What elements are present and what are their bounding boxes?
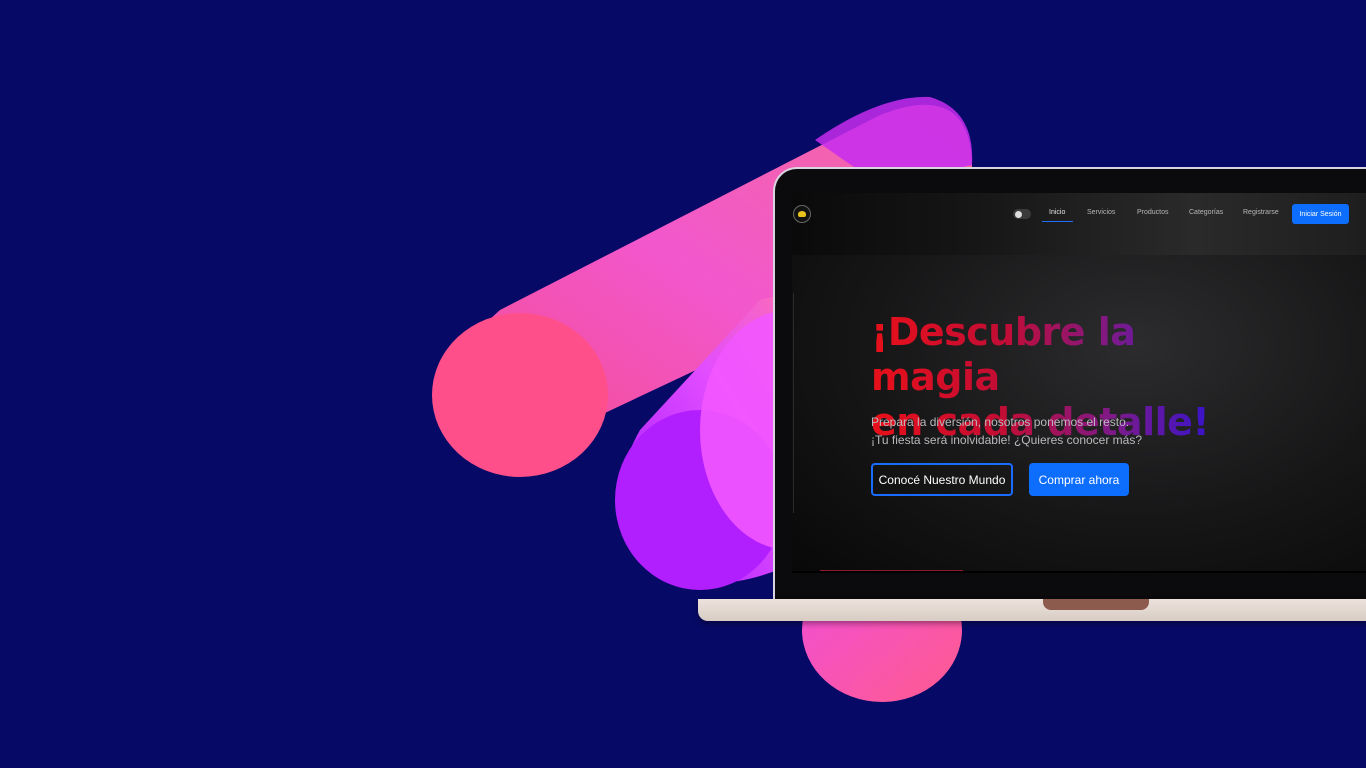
nav-active-underline: [1042, 221, 1073, 222]
nav-item-categorias[interactable]: Categorías: [1189, 209, 1223, 216]
nav-item-servicios[interactable]: Servicios: [1087, 209, 1115, 216]
hero-bottom-accent-line: [820, 570, 963, 571]
theme-toggle-icon[interactable]: [1013, 209, 1031, 219]
hero-subtitle: Prepara la diversión, nosotros ponemos e…: [871, 413, 1142, 449]
laptop-notch: [1043, 599, 1149, 610]
comprar-ahora-button[interactable]: Comprar ahora: [1029, 463, 1129, 496]
party-logo-icon[interactable]: [793, 205, 811, 223]
hero-subtitle-line2: ¡Tu fiesta será inolvidable! ¿Quieres co…: [871, 433, 1143, 447]
navbar: Inicio Servicios Productos Categorías Re…: [792, 193, 1366, 255]
hero-bottom-edge: [792, 571, 1366, 573]
hero-title-line1: ¡Descubre la magia: [871, 310, 1136, 399]
website-screen: Inicio Servicios Productos Categorías Re…: [792, 193, 1366, 573]
laptop-base: [698, 599, 1366, 621]
nav-item-productos[interactable]: Productos: [1137, 209, 1169, 216]
nav-item-inicio[interactable]: Inicio: [1049, 209, 1065, 216]
login-button[interactable]: Iniciar Sesión: [1292, 204, 1349, 224]
conoce-nuestro-mundo-button[interactable]: Conocé Nuestro Mundo: [871, 463, 1013, 496]
hero-subtitle-line1: Prepara la diversión, nosotros ponemos e…: [871, 415, 1130, 429]
hero-divider: [793, 293, 794, 513]
nav-item-registrarse[interactable]: Registrarse: [1243, 209, 1279, 216]
pink-blob-shape: [432, 313, 608, 477]
